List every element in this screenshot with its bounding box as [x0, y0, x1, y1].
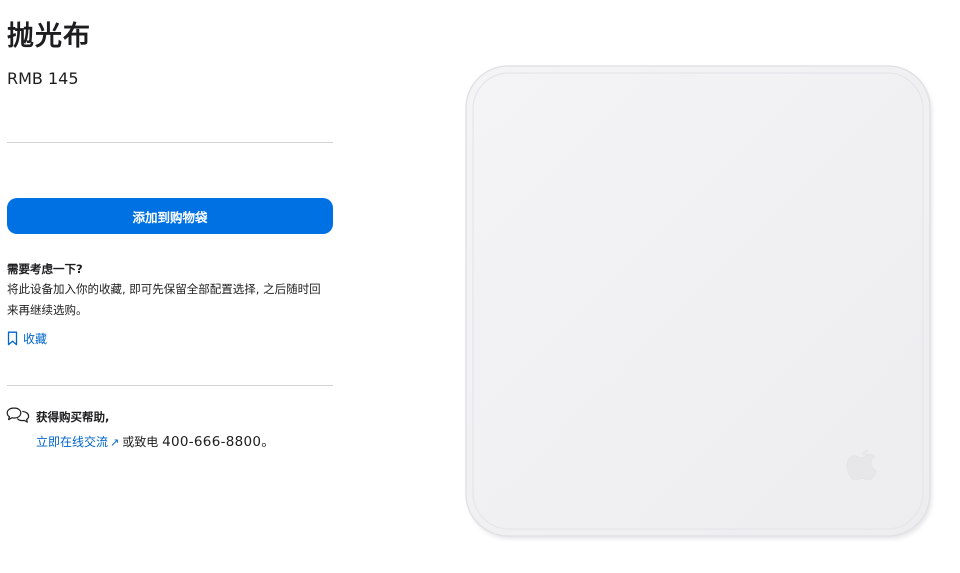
consider-heading: 需要考虑一下? — [7, 262, 83, 276]
call-prefix: 或致电 — [122, 435, 159, 449]
save-link[interactable]: 收藏 — [7, 330, 47, 347]
chat-now-link[interactable]: 立即在线交流 — [36, 435, 108, 449]
chat-bubbles-icon — [6, 407, 30, 423]
price: RMB 145 — [7, 69, 79, 88]
external-arrow-icon[interactable]: ↗ — [110, 436, 119, 449]
help-heading: 获得购买帮助, — [36, 410, 110, 424]
divider — [7, 142, 333, 143]
polishing-cloth-image — [465, 65, 932, 539]
phone-number: 400-666-8800。 — [162, 434, 276, 450]
bookmark-icon — [7, 331, 18, 346]
consider-description: 将此设备加入你的收藏, 即可先保留全部配置选择, 之后随时回来再继续选购。 — [7, 282, 321, 317]
add-to-bag-button[interactable]: 添加到购物袋 — [7, 198, 333, 234]
help-contact: 立即在线交流 ↗ 或致电 400-666-8800。 — [36, 430, 275, 450]
divider — [7, 385, 333, 386]
page-title: 抛光布 — [7, 21, 91, 52]
save-link-label: 收藏 — [23, 332, 48, 346]
